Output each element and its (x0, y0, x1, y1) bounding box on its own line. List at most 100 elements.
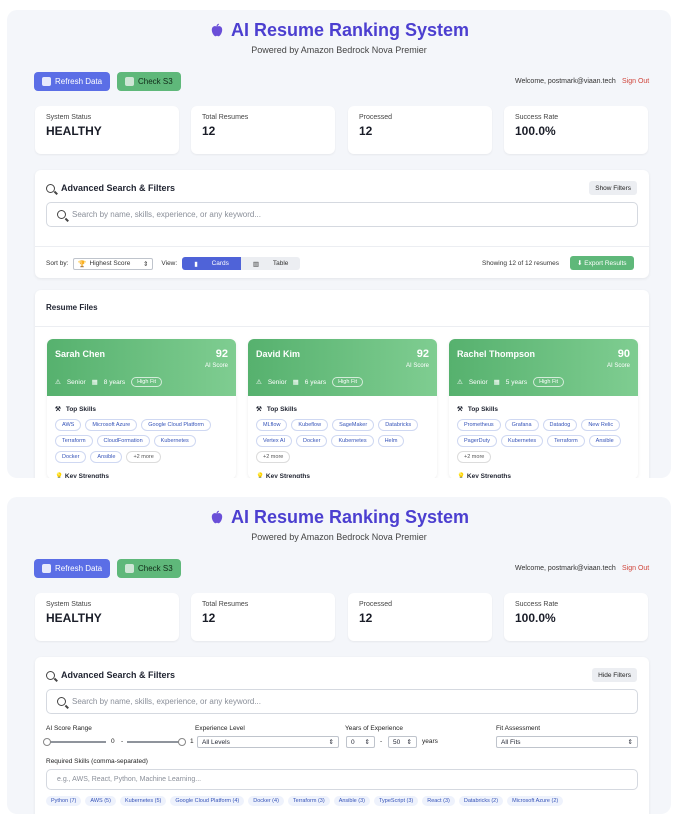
cards-icon: ▮ (194, 260, 200, 268)
resume-card-header: Rachel Thompson 90 AI Score ⚠ Senior ▦ 5… (449, 339, 638, 396)
skill-tag: AWS (55, 419, 82, 431)
stat-total-resumes: Total Resumes 12 (191, 593, 335, 641)
search-section-title: Advanced Search & Filters (46, 670, 175, 680)
sort-select[interactable]: 🏆 Highest Score ⇕ (73, 257, 154, 270)
search-icon (46, 183, 55, 193)
skill-tag: SageMaker (332, 419, 375, 431)
page-subtitle: Powered by Amazon Bedrock Nova Premier (251, 45, 427, 55)
score-min-slider[interactable] (43, 738, 106, 746)
skill-tag: Kubernetes (331, 435, 374, 447)
years-min-input[interactable]: 0 ⇕ (346, 736, 375, 748)
fit-assessment-label: Fit Assessment (496, 725, 541, 732)
skill-suggestion-pill[interactable]: Docker (4) (248, 796, 284, 806)
search-placeholder: Search by name, skills, experience, or a… (72, 210, 261, 219)
skill-tag: Google Cloud Platform (141, 419, 211, 431)
check-s3-button[interactable]: Check S3 (117, 72, 181, 91)
more-skills-tag[interactable]: +2 more (126, 451, 161, 463)
lightbulb-icon: 💡 (457, 473, 466, 478)
page-title: AI Resume Ranking System (230, 20, 470, 40)
resume-card[interactable]: Sarah Chen 92 AI Score ⚠ Senior ▦ 8 year… (47, 339, 236, 478)
calendar-icon: ▦ (91, 379, 98, 386)
view-label: View: (161, 260, 178, 267)
skill-suggestion-pill[interactable]: Microsoft Azure (2) (507, 796, 564, 806)
required-skills-input[interactable]: e.g., AWS, React, Python, Machine Learni… (46, 769, 638, 790)
dashboard-view-cards: AI Resume Ranking System Powered by Amaz… (7, 10, 671, 478)
hide-filters-button[interactable]: Hide Filters (592, 668, 637, 682)
seniority-level: Senior (267, 378, 287, 386)
export-results-button[interactable]: ⬇ Export Results (570, 256, 634, 270)
top-skills-heading: ⚒ Top Skills (256, 405, 429, 414)
stat-label: Success Rate (515, 114, 559, 121)
stat-label: Success Rate (515, 601, 559, 608)
refresh-data-button[interactable]: Refresh Data (34, 559, 111, 578)
view-table-button[interactable]: ▥ Table (240, 257, 301, 270)
skill-suggestion-pill[interactable]: Google Cloud Platform (4) (170, 796, 245, 806)
skill-suggestion-pill[interactable]: Databricks (2) (458, 796, 504, 806)
resume-card-body: ⚒ Top Skills AWS Microsoft Azure Google Cl… (47, 396, 236, 478)
more-skills-tag[interactable]: +2 more (457, 451, 492, 463)
refresh-data-button[interactable]: Refresh Data (34, 72, 111, 91)
resume-card-header: David Kim 92 AI Score ⚠ Senior ▦ 6 years… (248, 339, 437, 396)
skill-tag: Ansible (588, 435, 621, 447)
years-experience-label: Years of Experience (345, 725, 403, 732)
view-cards-button[interactable]: ▮ Cards (182, 257, 241, 270)
search-input[interactable]: Search by name, skills, experience, or a… (46, 202, 638, 227)
search-title-text: Advanced Search & Filters (61, 183, 176, 193)
skill-tag: Kubernetes (153, 435, 196, 447)
candidate-name: Sarah Chen (55, 349, 106, 359)
resume-files-title: Resume Files (46, 303, 98, 312)
sign-out-link[interactable]: Sign Out (622, 78, 649, 85)
skill-suggestion-pill[interactable]: Kubernetes (5) (119, 796, 167, 806)
skill-suggestion-pill[interactable]: Terraform (3) (287, 796, 330, 806)
lightbulb-icon: 💡 (256, 473, 265, 478)
slider-handle[interactable] (178, 738, 186, 746)
stat-processed: Processed 12 (348, 106, 492, 154)
skill-suggestion-pill[interactable]: React (3) (422, 796, 455, 806)
seniority-icon: ⚠ (55, 379, 61, 386)
score-max-slider[interactable] (127, 738, 186, 746)
view-cards-label: Cards (211, 260, 229, 267)
sort-toolbar: Sort by: 🏆 Highest Score ⇕ View: ▮ Cards ▥… (46, 257, 301, 270)
divider (35, 246, 649, 247)
experience-level-select[interactable]: All Levels ⇕ (197, 736, 339, 748)
skill-suggestion-pill[interactable]: Ansible (3) (333, 796, 370, 806)
experience-level-label: Experience Level (195, 725, 245, 732)
check-s3-button[interactable]: Check S3 (117, 559, 181, 578)
skill-tag: Datadog (542, 419, 578, 431)
skill-tag-list: AWS Microsoft Azure Google Cloud Platform T… (55, 419, 228, 463)
skill-suggestion-pill[interactable]: Python (7) (46, 796, 82, 806)
skill-tag-list: MLflow Kubeflow SageMaker Databricks Vertex … (256, 419, 429, 463)
stat-processed: Processed 12 (348, 593, 492, 641)
skill-suggestion-pill[interactable]: TypeScript (3) (373, 796, 419, 806)
fit-assessment-value: All Fits (501, 738, 521, 746)
apple-icon (211, 23, 223, 36)
stat-value: 12 (202, 124, 216, 138)
stat-label: Processed (359, 114, 393, 121)
search-input[interactable]: Search by name, skills, experience, or a… (46, 689, 638, 714)
seniority-icon: ⚠ (256, 379, 262, 386)
ai-score-value: 92 (215, 348, 228, 360)
slider-handle[interactable] (43, 738, 51, 746)
page-subtitle: Powered by Amazon Bedrock Nova Premier (251, 532, 427, 542)
stat-system-status: System Status HEALTHY (35, 593, 179, 641)
sign-out-link[interactable]: Sign Out (622, 565, 649, 572)
score-range-label: AI Score Range (46, 725, 92, 732)
welcome-text: Welcome, postmark@viaan.tech (515, 78, 616, 85)
stat-label: Total Resumes (202, 114, 249, 121)
resume-card[interactable]: Rachel Thompson 90 AI Score ⚠ Senior ▦ 5… (449, 339, 638, 478)
years-max-input[interactable]: 50 ⇕ (388, 736, 417, 748)
years-min-value: 0 (351, 738, 355, 746)
resume-card[interactable]: David Kim 92 AI Score ⚠ Senior ▦ 6 years… (248, 339, 437, 478)
key-strengths-heading: 💡 Key Strengths (256, 472, 429, 478)
top-skills-heading: ⚒ Top Skills (457, 405, 630, 414)
more-skills-tag[interactable]: +2 more (256, 451, 291, 463)
trophy-icon: 🏆 (78, 260, 87, 268)
fit-assessment-select[interactable]: All Fits ⇕ (496, 736, 638, 748)
skill-suggestion-pill[interactable]: AWS (5) (85, 796, 116, 806)
show-filters-button[interactable]: Show Filters (589, 181, 637, 195)
stat-total-resumes: Total Resumes 12 (191, 106, 335, 154)
score-min-value: 0 (111, 738, 115, 745)
welcome-text: Welcome, postmark@viaan.tech (515, 565, 616, 572)
top-skills-label: Top Skills (266, 405, 298, 413)
ai-score-value: 92 (416, 348, 429, 360)
